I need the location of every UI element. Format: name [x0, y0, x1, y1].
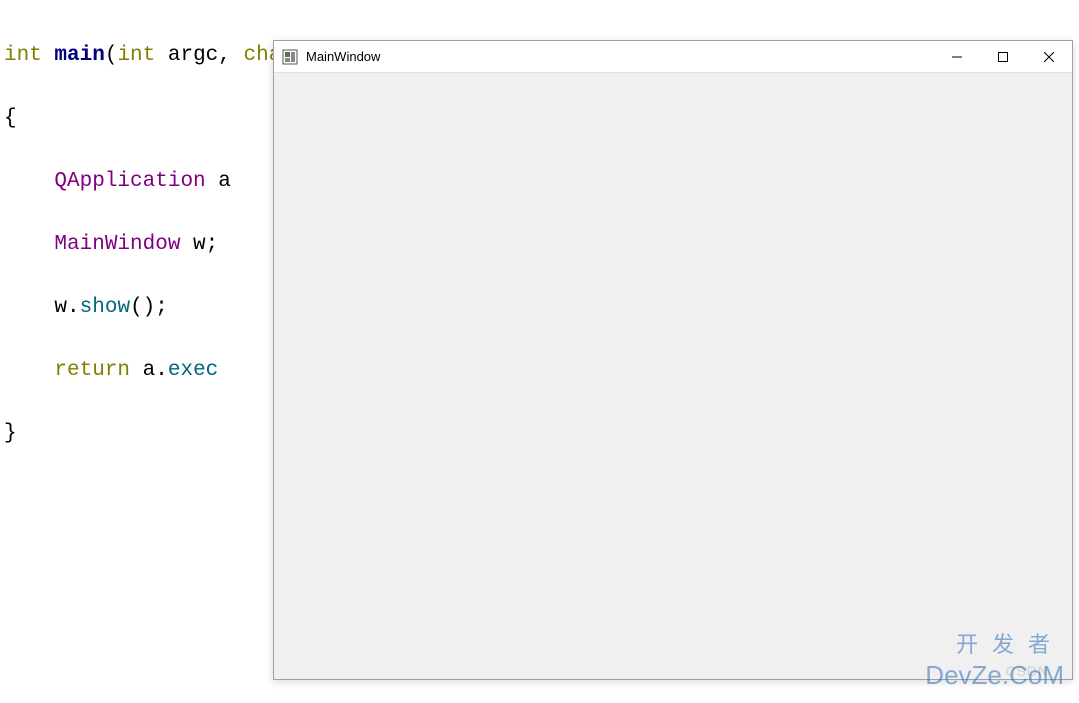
application-window[interactable]: MainWindow — [273, 40, 1073, 680]
indent — [4, 296, 54, 319]
function-main: main — [54, 44, 104, 67]
identifier-argc: argc — [168, 44, 218, 67]
window-controls — [934, 41, 1072, 72]
minimize-button[interactable] — [934, 41, 980, 73]
keyword-int: int — [4, 44, 42, 67]
identifier-a-partial: a — [206, 170, 231, 193]
semicolon: ; — [206, 233, 219, 256]
identifier-w: w — [180, 233, 205, 256]
class-qapplication: QApplication — [54, 170, 205, 193]
indent — [4, 359, 54, 382]
dot: . — [155, 359, 168, 382]
window-titlebar[interactable]: MainWindow — [274, 41, 1072, 73]
maximize-button[interactable] — [980, 41, 1026, 73]
indent — [4, 170, 54, 193]
method-show: show — [80, 296, 130, 319]
keyword-return: return — [54, 359, 130, 382]
class-mainwindow: MainWindow — [54, 233, 180, 256]
close-button[interactable] — [1026, 41, 1072, 73]
paren-open: ( — [105, 44, 118, 67]
keyword-int-arg: int — [117, 44, 155, 67]
call-parens: (); — [130, 296, 168, 319]
app-icon — [282, 49, 298, 65]
indent — [4, 233, 54, 256]
brace-close: } — [4, 422, 17, 445]
window-title: MainWindow — [306, 49, 934, 64]
identifier-w-call: w — [54, 296, 67, 319]
brace-open: { — [4, 107, 17, 130]
space — [130, 359, 143, 382]
dot: . — [67, 296, 80, 319]
comma: , — [218, 44, 243, 67]
window-client-area[interactable] — [274, 73, 1072, 679]
method-exec: exec — [168, 359, 218, 382]
identifier-a: a — [143, 359, 156, 382]
